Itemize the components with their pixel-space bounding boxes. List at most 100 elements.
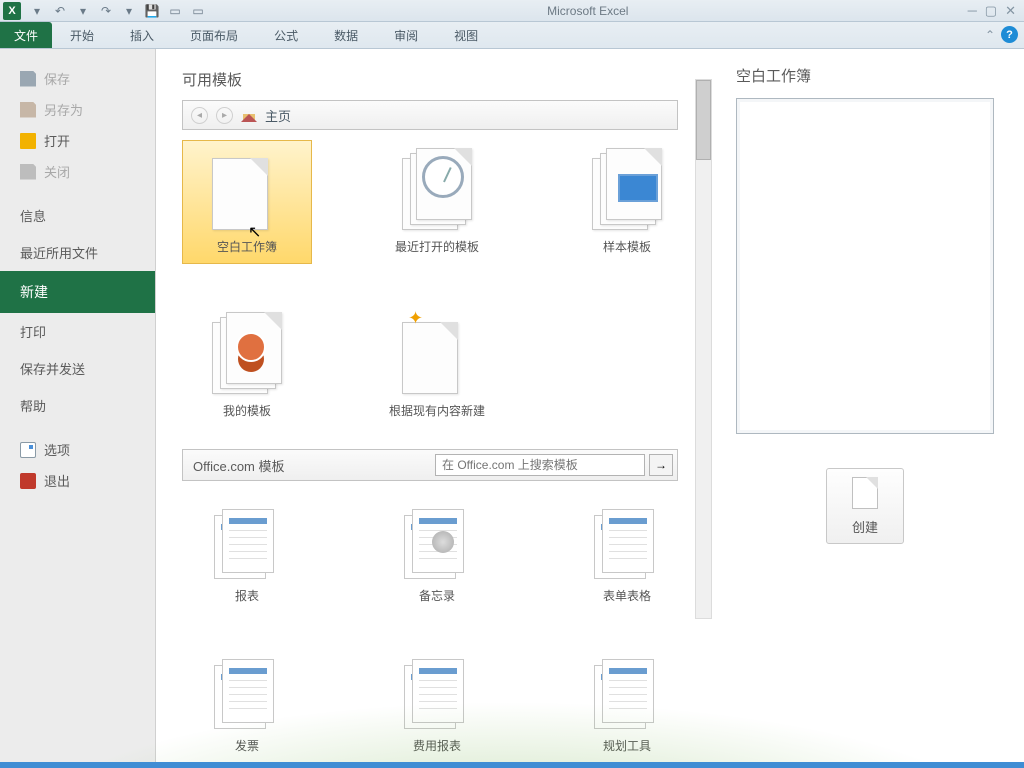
- new-doc-icon[interactable]: ▭: [165, 2, 185, 20]
- template-label: 规划工具: [603, 739, 651, 755]
- spark-icon: ✦: [408, 308, 423, 329]
- close-doc-icon: [20, 164, 36, 180]
- app-title: Microsoft Excel: [208, 4, 968, 18]
- template-label: 最近打开的模板: [395, 240, 479, 256]
- sidebar-print[interactable]: 打印: [0, 313, 155, 350]
- template-label: 表单表格: [603, 589, 651, 605]
- sidebar-open-label: 打开: [44, 131, 70, 150]
- sidebar-exit[interactable]: 退出: [0, 465, 155, 496]
- sidebar-recent[interactable]: 最近所用文件: [0, 234, 155, 271]
- open-doc-icon[interactable]: ▭: [188, 2, 208, 20]
- office-template-memos[interactable]: 备忘录: [372, 499, 502, 613]
- create-label: 创建: [852, 517, 878, 536]
- office-template-expense[interactable]: 费用报表: [372, 649, 502, 762]
- backstage-sidebar: 保存 另存为 打开 关闭 信息 最近所用文件 新建 打印 保存并发送 帮助 选项…: [0, 49, 156, 762]
- office-com-section: Office.com 模板 → 报表 备忘录 表单表格 发票 费用报表 规划工具…: [182, 449, 704, 762]
- excel-app-icon: X: [3, 2, 21, 20]
- office-com-bar: Office.com 模板 →: [182, 449, 678, 481]
- home-icon[interactable]: [241, 108, 257, 122]
- tab-page-layout[interactable]: 页面布局: [172, 22, 256, 48]
- templates-pane: 可用模板 ◂ ▸ 主页 空白工作簿 最近打开的模板 样本模板: [156, 49, 712, 762]
- tab-insert[interactable]: 插入: [112, 22, 172, 48]
- sidebar-info[interactable]: 信息: [0, 197, 155, 234]
- minimize-ribbon-icon[interactable]: ⌃: [985, 28, 995, 42]
- breadcrumb-label[interactable]: 主页: [265, 106, 291, 125]
- sidebar-open[interactable]: 打开: [0, 125, 155, 156]
- sidebar-save-as[interactable]: 另存为: [0, 94, 155, 125]
- undo-icon[interactable]: ↶: [50, 2, 70, 20]
- exit-icon: [20, 473, 36, 489]
- tab-view[interactable]: 视图: [436, 22, 496, 48]
- sidebar-options-label: 选项: [44, 440, 70, 459]
- sidebar-save-label: 保存: [44, 69, 70, 88]
- options-icon: [20, 442, 36, 458]
- template-recent[interactable]: 最近打开的模板: [372, 140, 502, 264]
- template-label: 样本模板: [603, 240, 651, 256]
- redo-more-icon[interactable]: ▾: [119, 2, 139, 20]
- sidebar-save-send[interactable]: 保存并发送: [0, 350, 155, 387]
- sidebar-exit-label: 退出: [44, 471, 70, 490]
- user-icon: [236, 332, 266, 362]
- template-label: 空白工作簿: [217, 240, 277, 256]
- template-label: 费用报表: [413, 739, 461, 755]
- tab-formulas[interactable]: 公式: [256, 22, 316, 48]
- sidebar-new[interactable]: 新建: [0, 271, 155, 313]
- template-label: 备忘录: [419, 589, 455, 605]
- preview-thumbnail: [736, 98, 994, 434]
- template-grid: 空白工作簿 最近打开的模板 样本模板 我的模板 ✦ 根据现有内容新建: [182, 140, 692, 427]
- redo-icon[interactable]: ↷: [96, 2, 116, 20]
- template-blank-workbook[interactable]: 空白工作簿: [182, 140, 312, 264]
- office-com-search-input[interactable]: [435, 454, 645, 476]
- clock-icon: [422, 156, 464, 198]
- window-controls: ─ ▢ ✕: [968, 3, 1016, 19]
- breadcrumb-back-icon[interactable]: ◂: [191, 107, 208, 124]
- undo-more-icon[interactable]: ▾: [73, 2, 93, 20]
- open-folder-icon: [20, 133, 36, 149]
- qat-dropdown-icon[interactable]: ▾: [27, 2, 47, 20]
- monitor-icon: [618, 174, 658, 202]
- template-label: 我的模板: [223, 404, 271, 420]
- restore-icon[interactable]: ▢: [985, 3, 997, 19]
- tab-home[interactable]: 开始: [52, 22, 112, 48]
- tab-data[interactable]: 数据: [316, 22, 376, 48]
- help-icon[interactable]: ?: [1001, 26, 1018, 43]
- scrollbar-thumb[interactable]: [696, 80, 711, 160]
- office-template-invoices[interactable]: 发票: [182, 649, 312, 762]
- tab-review[interactable]: 审阅: [376, 22, 436, 48]
- breadcrumb-forward-icon[interactable]: ▸: [216, 107, 233, 124]
- file-tab[interactable]: 文件: [0, 22, 52, 48]
- breadcrumb-bar: ◂ ▸ 主页: [182, 100, 678, 130]
- minimize-icon[interactable]: ─: [968, 3, 977, 19]
- office-template-forms[interactable]: 表单表格: [562, 499, 692, 613]
- create-button[interactable]: 创建: [826, 468, 904, 544]
- sidebar-save[interactable]: 保存: [0, 63, 155, 94]
- available-templates-title: 可用模板: [182, 69, 704, 90]
- template-label: 报表: [235, 589, 259, 605]
- office-template-reports[interactable]: 报表: [182, 499, 312, 613]
- preview-title: 空白工作簿: [736, 65, 811, 86]
- ribbon-tabs: 文件 开始 插入 页面布局 公式 数据 审阅 视图 ⌃ ?: [0, 22, 1024, 49]
- office-com-title: Office.com 模板: [183, 456, 435, 475]
- create-page-icon: [852, 477, 878, 509]
- template-my[interactable]: 我的模板: [182, 304, 312, 428]
- template-from-existing[interactable]: ✦ 根据现有内容新建: [372, 304, 502, 428]
- sidebar-help[interactable]: 帮助: [0, 387, 155, 424]
- sidebar-close[interactable]: 关闭: [0, 156, 155, 187]
- office-com-grid: 报表 备忘录 表单表格 发票 费用报表 规划工具 回执、收据 会议议程 ⟋计划、…: [182, 499, 692, 762]
- blank-page-icon: [212, 158, 268, 230]
- scrollbar[interactable]: [695, 79, 712, 619]
- save-icon[interactable]: 💾: [142, 2, 162, 20]
- preview-pane: 空白工作簿 创建: [712, 49, 1024, 762]
- office-template-planners[interactable]: 规划工具: [562, 649, 692, 762]
- title-bar: X ▾ ↶ ▾ ↷ ▾ 💾 ▭ ▭ Microsoft Excel ─ ▢ ✕: [0, 0, 1024, 22]
- sidebar-options[interactable]: 选项: [0, 434, 155, 465]
- save-as-icon: [20, 102, 36, 118]
- search-go-button[interactable]: →: [649, 454, 673, 476]
- close-icon[interactable]: ✕: [1005, 3, 1016, 19]
- sidebar-saveas-label: 另存为: [44, 100, 83, 119]
- template-sample[interactable]: 样本模板: [562, 140, 692, 264]
- template-label: 根据现有内容新建: [389, 404, 485, 420]
- backstage-main: 可用模板 ◂ ▸ 主页 空白工作簿 最近打开的模板 样本模板: [156, 49, 1024, 762]
- backstage-view: 保存 另存为 打开 关闭 信息 最近所用文件 新建 打印 保存并发送 帮助 选项…: [0, 49, 1024, 762]
- sidebar-close-label: 关闭: [44, 162, 70, 181]
